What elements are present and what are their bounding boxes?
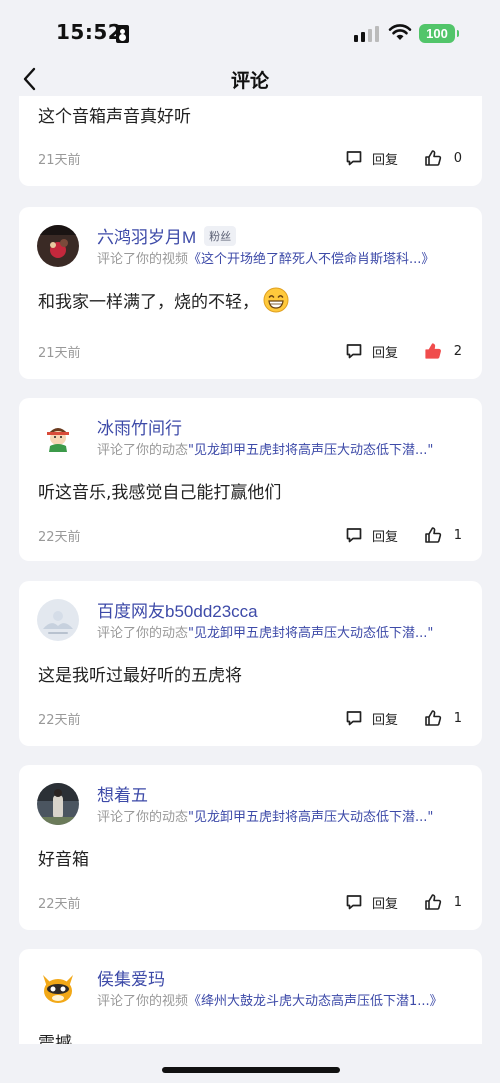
source-title[interactable]: 《这个开场绝了醉死人不偿命肖斯塔科...》 xyxy=(188,252,434,267)
username[interactable]: 六鸿羽岁月M xyxy=(97,223,196,248)
avatar[interactable] xyxy=(37,416,79,458)
reply-label: 回复 xyxy=(371,152,398,168)
thumbs-up-icon xyxy=(425,150,442,166)
status-bar: 15:52 100 xyxy=(0,0,500,62)
username[interactable]: 想着五 xyxy=(97,781,148,806)
comment-footer: 22天前 回复 1 xyxy=(38,706,462,730)
like-button[interactable]: 2 xyxy=(424,339,462,363)
reply-label: 回复 xyxy=(371,712,398,728)
comment-time: 22天前 xyxy=(38,530,81,545)
source-prefix: 评论了你的视频 xyxy=(97,994,189,1009)
avatar[interactable] xyxy=(37,967,79,1009)
home-indicator[interactable] xyxy=(162,1067,340,1073)
comment-card: 侯集爱玛 评论了你的视频《绛州大鼓龙斗虎大动态高声压低下潜1...》 震撼 xyxy=(19,949,482,1044)
battery-icon: 100 xyxy=(419,24,459,43)
source-prefix: 评论了你的视频 xyxy=(97,252,189,267)
reply-button[interactable]: 回复 xyxy=(345,890,398,914)
like-count: 1 xyxy=(453,527,462,543)
avatar[interactable] xyxy=(37,599,79,641)
source-title[interactable]: "见龙卸甲五虎封将高声压大动态低下潜..." xyxy=(188,443,433,458)
comment-footer: 21天前 回复 2 xyxy=(38,339,462,363)
source-prefix: 评论了你的动态 xyxy=(97,626,189,641)
source-title[interactable]: "见龙卸甲五虎封将高声压大动态低下潜..." xyxy=(188,626,433,641)
source-title[interactable]: "见龙卸甲五虎封将高声压大动态低下潜..." xyxy=(188,810,433,825)
wifi-icon xyxy=(388,24,412,40)
avatar[interactable] xyxy=(37,783,79,825)
comment-content: 这是我听过最好听的五虎将 xyxy=(38,666,242,686)
source-prefix: 评论了你的动态 xyxy=(97,443,189,458)
like-button[interactable]: 1 xyxy=(424,706,462,730)
reply-button[interactable]: 回复 xyxy=(345,339,398,363)
like-count: 1 xyxy=(453,894,462,910)
comment-card: 百度网友b50dd23cca 评论了你的动态"见龙卸甲五虎封将高声压大动态低下潜… xyxy=(19,581,482,746)
thumbs-up-icon xyxy=(425,527,442,543)
reply-button[interactable]: 回复 xyxy=(345,523,398,547)
like-count: 1 xyxy=(453,710,462,726)
comment-card: 这个音箱声音真好听 21天前 回复 0 xyxy=(19,96,482,186)
comment-card: 想着五 评论了你的动态"见龙卸甲五虎封将高声压大动态低下潜..." 好音箱 22… xyxy=(19,765,482,930)
username[interactable]: 百度网友b50dd23cca xyxy=(97,597,258,622)
comment-footer: 21天前 回复 0 xyxy=(38,146,462,170)
comment-content: 和我家一样满了，烧的不轻， xyxy=(38,287,289,313)
comment-feed[interactable]: 这个音箱声音真好听 21天前 回复 0 六鸿羽岁月M 粉丝 评论了你的视频《这个… xyxy=(0,96,500,1044)
thumbs-up-filled-icon xyxy=(425,343,441,359)
comment-card: 冰雨竹间行 评论了你的动态"见龙卸甲五虎封将高声压大动态低下潜..." 听这音乐… xyxy=(19,398,482,561)
comment-time: 21天前 xyxy=(38,346,81,361)
comment-source[interactable]: 评论了你的视频《绛州大鼓龙斗虎大动态高声压低下潜1...》 xyxy=(97,990,472,1009)
comment-footer: 22天前 回复 1 xyxy=(38,523,462,547)
reply-icon xyxy=(346,895,362,910)
reply-label: 回复 xyxy=(371,529,398,545)
comment-source[interactable]: 评论了你的动态"见龙卸甲五虎封将高声压大动态低下潜..." xyxy=(97,806,472,825)
thumbs-up-icon xyxy=(425,710,442,726)
username[interactable]: 冰雨竹间行 xyxy=(97,414,182,439)
comment-source[interactable]: 评论了你的视频《这个开场绝了醉死人不偿命肖斯塔科...》 xyxy=(97,248,472,267)
status-time: 15:52 xyxy=(56,20,123,44)
like-button[interactable]: 0 xyxy=(424,146,462,170)
reply-button[interactable]: 回复 xyxy=(345,706,398,730)
comment-time: 22天前 xyxy=(38,897,81,912)
fan-badge: 粉丝 xyxy=(204,225,237,246)
comment-time: 21天前 xyxy=(38,153,81,168)
like-button[interactable]: 1 xyxy=(424,890,462,914)
reply-icon xyxy=(346,711,362,726)
username[interactable]: 侯集爱玛 xyxy=(97,965,165,990)
grinning-emoji-icon xyxy=(263,287,289,313)
comment-content: 震撼 xyxy=(38,1034,72,1044)
like-count: 0 xyxy=(453,150,462,166)
nav-bar: 评论 xyxy=(0,62,500,96)
comment-time: 22天前 xyxy=(38,713,81,728)
reply-icon xyxy=(346,528,362,543)
reply-label: 回复 xyxy=(371,345,398,361)
comment-source[interactable]: 评论了你的动态"见龙卸甲五虎封将高声压大动态低下潜..." xyxy=(97,439,472,458)
source-title[interactable]: 《绛州大鼓龙斗虎大动态高声压低下潜1...》 xyxy=(188,994,443,1009)
reply-icon xyxy=(346,344,362,359)
reply-button[interactable]: 回复 xyxy=(345,146,398,170)
like-count: 2 xyxy=(453,343,462,359)
cellular-signal-icon xyxy=(354,24,380,42)
comment-footer: 22天前 回复 1 xyxy=(38,890,462,914)
comment-text: 和我家一样满了，烧的不轻， xyxy=(38,292,259,313)
like-button[interactable]: 1 xyxy=(424,523,462,547)
reply-label: 回复 xyxy=(371,896,398,912)
comment-content: 这个音箱声音真好听 xyxy=(38,107,191,127)
reply-icon xyxy=(346,151,362,166)
page-title: 评论 xyxy=(230,70,269,92)
thumbs-up-icon xyxy=(425,894,442,910)
comment-source[interactable]: 评论了你的动态"见龙卸甲五虎封将高声压大动态低下潜..." xyxy=(97,622,472,641)
source-prefix: 评论了你的动态 xyxy=(97,810,189,825)
comment-content: 听这音乐,我感觉自己能打赢他们 xyxy=(38,483,282,503)
comment-card: 六鸿羽岁月M 粉丝 评论了你的视频《这个开场绝了醉死人不偿命肖斯塔科...》 和… xyxy=(19,207,482,379)
contact-card-icon xyxy=(116,25,129,43)
avatar[interactable] xyxy=(37,225,79,267)
comment-content: 好音箱 xyxy=(38,850,89,870)
